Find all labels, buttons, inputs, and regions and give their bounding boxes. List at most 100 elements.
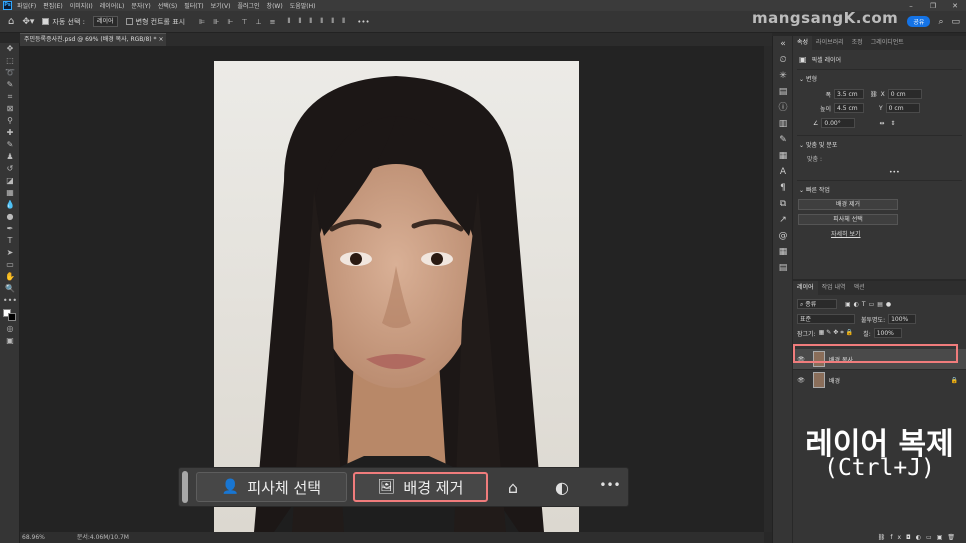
move-tool-icon[interactable]: ✥▾ — [22, 17, 34, 27]
brush-tool-icon[interactable]: ✎ — [0, 139, 20, 151]
swatches-icon[interactable]: ▦ — [773, 148, 793, 164]
width-field[interactable]: 3.5 cm — [834, 89, 864, 99]
layers-footer-icons[interactable]: ⛓fx◘◐▭▣🗑 — [793, 534, 966, 541]
screen-mode-icon[interactable]: ▣ — [0, 335, 20, 347]
collapse-panels-icon[interactable]: « — [773, 36, 793, 52]
y-field[interactable]: 0 cm — [885, 103, 920, 113]
distribute-5-icon[interactable]: ⫴ — [331, 17, 334, 26]
blend-mode-dropdown[interactable]: 표준 — [797, 314, 855, 324]
menu-edit[interactable]: 편집(E) — [43, 1, 63, 10]
more-tools-icon[interactable]: ••• — [0, 295, 20, 307]
close-icon[interactable]: ✕ — [944, 2, 966, 10]
dodge-tool-icon[interactable]: ● — [0, 211, 20, 223]
distribute-4-icon[interactable]: ⫴ — [320, 17, 323, 26]
libraries-icon[interactable]: @ — [773, 228, 793, 244]
align-middle-icon[interactable]: ⊥ — [256, 18, 262, 26]
distribute-1-icon[interactable]: ⫴ — [288, 17, 291, 26]
search-icon[interactable]: ⌕ — [938, 17, 943, 27]
align-right-icon[interactable]: ⊩ — [227, 18, 233, 26]
glyphs-icon[interactable]: ⧉ — [773, 196, 793, 212]
paths-icon[interactable]: ↗ — [773, 212, 793, 228]
history-brush-tool-icon[interactable]: ↺ — [0, 163, 20, 175]
flip-horizontal-icon[interactable]: ⇹ — [879, 120, 884, 127]
close-tab-icon[interactable]: × — [158, 36, 163, 43]
menu-select[interactable]: 선택(S) — [158, 1, 178, 10]
adjustments-icon[interactable]: ✳ — [773, 68, 793, 84]
align-top-icon[interactable]: ⊤ — [241, 18, 247, 26]
more-align-icon[interactable]: ••• — [793, 163, 966, 176]
workspace-icon[interactable]: ▭ — [951, 17, 960, 27]
character-icon[interactable]: A — [773, 164, 793, 180]
link-icon[interactable]: ⛓ — [870, 91, 878, 98]
canvas-scrollbar[interactable] — [764, 46, 772, 532]
marquee-tool-icon[interactable]: ⬚ — [0, 55, 20, 67]
type-tool-icon[interactable]: T — [0, 235, 20, 247]
gradient-tool-icon[interactable]: ▦ — [0, 187, 20, 199]
clone-stamp-tool-icon[interactable]: ♟ — [0, 151, 20, 163]
hand-tool-icon[interactable]: ✋ — [0, 271, 20, 283]
document-image[interactable] — [214, 61, 579, 532]
layer-row-background[interactable]: 👁 배경 🔒 — [793, 370, 966, 390]
learn-more-link[interactable]: 자세히 보기 — [793, 225, 966, 238]
zoom-level[interactable]: 68.96% — [22, 534, 45, 541]
select-subject-button[interactable]: 👤 피사체 선택 — [196, 472, 347, 502]
menu-type[interactable]: 문자(Y) — [131, 1, 150, 10]
menu-view[interactable]: 보기(V) — [211, 1, 231, 10]
lock-icons[interactable]: ▦✎✥⌗🔒 — [819, 329, 856, 337]
visibility-eye-icon[interactable]: 👁 — [793, 377, 809, 384]
menu-layer[interactable]: 레이어(L) — [100, 1, 125, 10]
opacity-field[interactable]: 100% — [888, 314, 917, 324]
adjustment-icon[interactable]: ◐ — [550, 478, 574, 497]
eyedropper-tool-icon[interactable]: ⚲ — [0, 115, 20, 127]
flip-vertical-icon[interactable]: ⇕ — [890, 120, 895, 127]
layer-comps-icon[interactable]: ▤ — [773, 260, 793, 276]
distribute-3-icon[interactable]: ⫴ — [309, 17, 312, 26]
lock-icon[interactable]: 🔒 — [951, 377, 958, 384]
pen-tool-icon[interactable]: ✒ — [0, 223, 20, 235]
tab-gradients[interactable]: 그레이디언트 — [867, 36, 908, 50]
tab-properties[interactable]: 속성 — [793, 36, 813, 50]
color-swatches-icon[interactable] — [0, 307, 20, 323]
more-options-icon[interactable]: ••• — [357, 18, 369, 26]
menu-image[interactable]: 이미지(I) — [70, 1, 93, 10]
tab-history[interactable]: 작업 내역 — [818, 281, 850, 295]
frame-tool-icon[interactable]: ⊠ — [0, 103, 20, 115]
align-center-icon[interactable]: ⊪ — [213, 18, 219, 26]
quick-select-tool-icon[interactable]: ✎ — [0, 79, 20, 91]
height-field[interactable]: 4.5 cm — [834, 103, 864, 113]
properties-icon[interactable]: ▥ — [773, 116, 793, 132]
menu-help[interactable]: 도움말(H) — [290, 1, 316, 10]
taskbar-drag-handle[interactable] — [182, 471, 188, 503]
filter-icons[interactable]: ▣◐T▭▤● — [845, 301, 894, 308]
blur-tool-icon[interactable]: 💧 — [0, 199, 20, 211]
styles-icon[interactable]: ▤ — [773, 84, 793, 100]
transform-controls-checkbox[interactable]: 변형 컨트롤 표시 — [125, 17, 185, 27]
lasso-tool-icon[interactable]: ➰ — [0, 67, 20, 79]
distribute-2-icon[interactable]: ⫴ — [298, 17, 301, 26]
tab-libraries[interactable]: 라이브러리 — [812, 36, 848, 50]
align-section-heading[interactable]: ⌄ 맞춤 및 분포 — [793, 136, 966, 153]
quick-actions-heading[interactable]: ⌄ 빠른 작업 — [793, 181, 966, 198]
info-icon[interactable]: ⓘ — [773, 100, 793, 116]
auto-select-dropdown[interactable]: 레이어 — [93, 16, 118, 27]
channels-icon[interactable]: ▦ — [773, 244, 793, 260]
zoom-tool-icon[interactable]: 🔍 — [0, 283, 20, 295]
more-options-button[interactable]: ••• — [598, 478, 622, 492]
menu-window[interactable]: 창(W) — [267, 1, 283, 10]
remove-background-button[interactable]: 🖼 배경 제거 — [353, 472, 488, 502]
brush-settings-icon[interactable]: ✎ — [773, 132, 793, 148]
tab-layers[interactable]: 레이어 — [793, 281, 818, 295]
rectangle-tool-icon[interactable]: ▭ — [0, 259, 20, 271]
share-button[interactable]: 공유 — [907, 16, 931, 27]
minimize-icon[interactable]: – — [900, 2, 922, 10]
menu-filter[interactable]: 필터(T) — [184, 1, 203, 10]
move-tool-icon[interactable]: ✥ — [0, 43, 20, 55]
menu-file[interactable]: 파일(F) — [17, 1, 36, 10]
auto-select-checkbox[interactable]: 자동 선택 : — [42, 17, 85, 27]
filter-kind-dropdown[interactable]: ⌕ 종류 — [797, 299, 837, 309]
align-bottom-icon[interactable]: ≡ — [270, 18, 276, 26]
quick-select-subject-button[interactable]: 피사체 선택 — [798, 214, 898, 225]
tab-actions[interactable]: 액션 — [850, 281, 869, 295]
healing-brush-tool-icon[interactable]: ✚ — [0, 127, 20, 139]
paragraph-icon[interactable]: ¶ — [773, 180, 793, 196]
